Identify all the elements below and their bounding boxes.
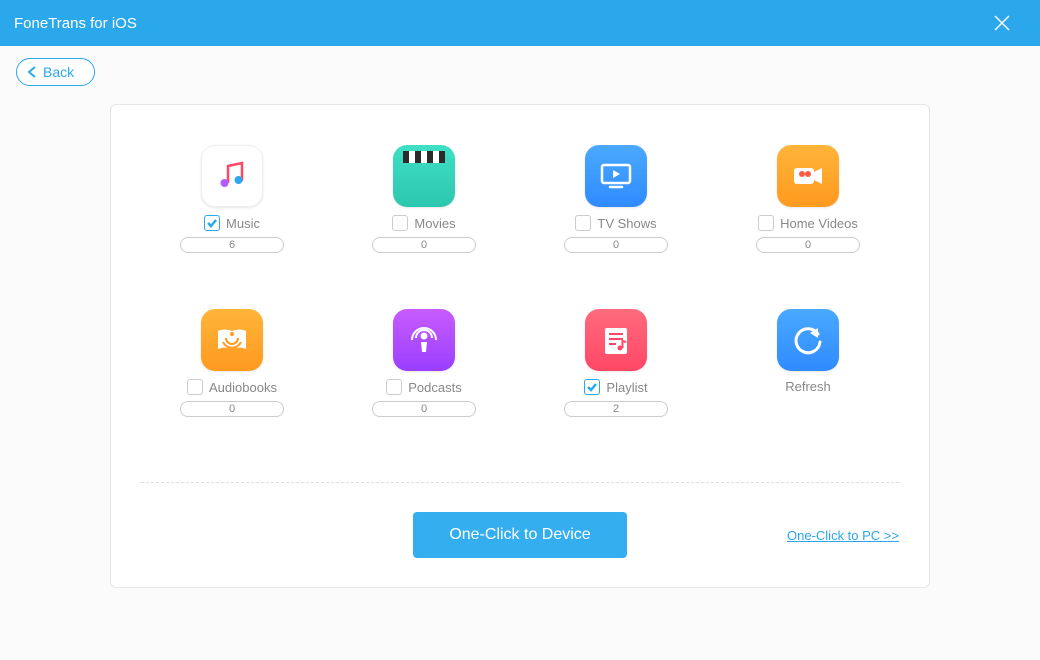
tvshows-checkbox[interactable] (575, 215, 591, 231)
content-area: Back Music (0, 46, 1040, 660)
category-audiobooks[interactable]: Audiobooks 0 (180, 309, 284, 422)
tvshows-count: 0 (564, 237, 668, 253)
podcasts-label: Podcasts (408, 380, 461, 395)
movies-label: Movies (414, 216, 455, 231)
tvshows-icon (585, 145, 647, 207)
refresh-label: Refresh (785, 379, 831, 394)
audiobooks-count: 0 (180, 401, 284, 417)
movies-checkbox[interactable] (392, 215, 408, 231)
music-checkbox[interactable] (204, 215, 220, 231)
titlebar: FoneTrans for iOS (0, 0, 1040, 46)
category-podcasts[interactable]: Podcasts 0 (372, 309, 476, 422)
one-click-to-pc-link[interactable]: One-Click to PC >> (787, 528, 899, 543)
refresh-icon (777, 309, 839, 371)
close-button[interactable] (978, 0, 1026, 46)
category-grid: Music 6 (141, 145, 899, 422)
homevideos-label: Home Videos (780, 216, 858, 231)
playlist-label: Playlist (606, 380, 647, 395)
footer-actions: One-Click to Device One-Click to PC >> (141, 507, 899, 563)
chevron-left-icon (27, 65, 37, 79)
category-movies[interactable]: Movies 0 (372, 145, 476, 253)
category-music[interactable]: Music 6 (180, 145, 284, 253)
playlist-count: 2 (564, 401, 668, 417)
tvshows-label: TV Shows (597, 216, 656, 231)
playlist-checkbox[interactable] (584, 379, 600, 395)
podcasts-count: 0 (372, 401, 476, 417)
homevideos-checkbox[interactable] (758, 215, 774, 231)
back-button[interactable]: Back (16, 58, 95, 86)
podcasts-icon (393, 309, 455, 371)
movies-count: 0 (372, 237, 476, 253)
homevideos-count: 0 (756, 237, 860, 253)
homevideos-icon (777, 145, 839, 207)
window-title: FoneTrans for iOS (14, 15, 978, 32)
music-icon (201, 145, 263, 207)
music-count: 6 (180, 237, 284, 253)
close-icon (993, 14, 1011, 32)
divider (141, 482, 899, 483)
movies-icon (393, 145, 455, 207)
podcasts-checkbox[interactable] (386, 379, 402, 395)
back-label: Back (43, 64, 74, 80)
audiobooks-icon (201, 309, 263, 371)
category-tvshows[interactable]: TV Shows 0 (564, 145, 668, 253)
main-panel: Music 6 (110, 104, 930, 588)
refresh-button[interactable]: Refresh (777, 309, 839, 422)
playlist-icon (585, 309, 647, 371)
category-homevideos[interactable]: Home Videos 0 (756, 145, 860, 253)
one-click-to-device-button[interactable]: One-Click to Device (413, 512, 626, 558)
music-label: Music (226, 216, 260, 231)
audiobooks-checkbox[interactable] (187, 379, 203, 395)
category-playlist[interactable]: Playlist 2 (564, 309, 668, 422)
audiobooks-label: Audiobooks (209, 380, 277, 395)
